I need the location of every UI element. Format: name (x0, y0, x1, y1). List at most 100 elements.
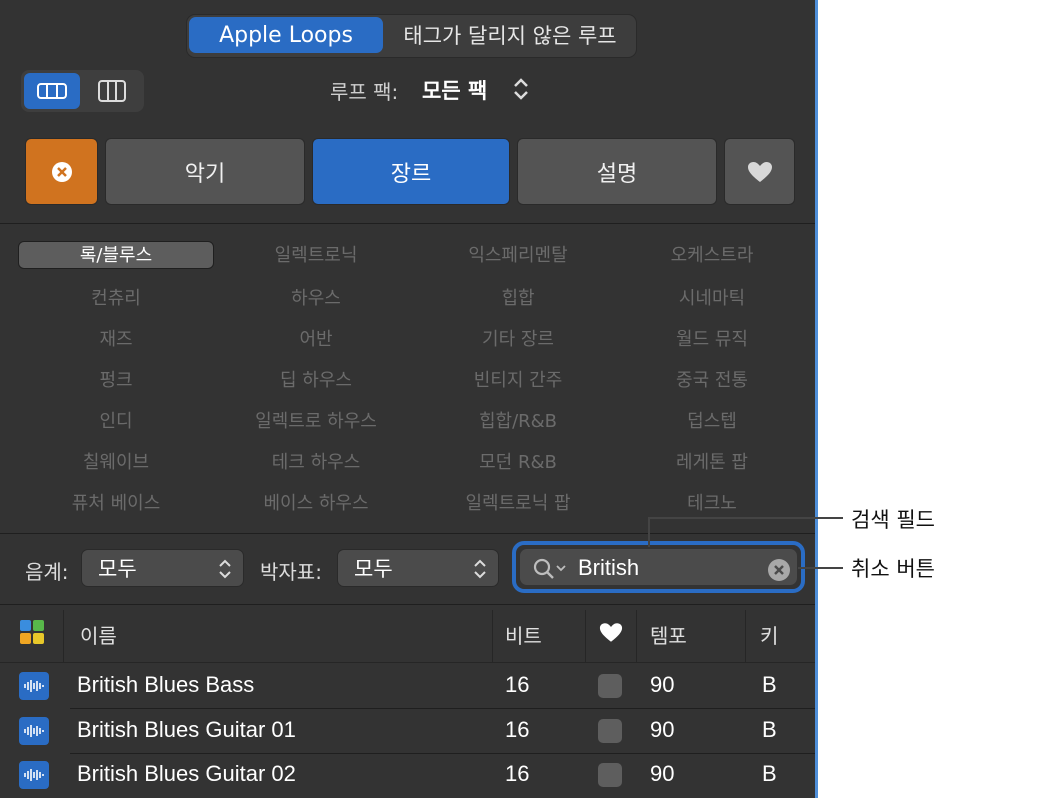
favorite-checkbox[interactable] (598, 719, 622, 743)
column-header-name[interactable]: 이름 (80, 620, 117, 649)
waveform-icon (19, 761, 49, 789)
loop-key: B (762, 672, 777, 697)
genre-item[interactable]: 퓨처 베이스 (18, 489, 214, 515)
tab-apple-loops[interactable]: Apple Loops (189, 17, 383, 53)
loop-beats: 16 (505, 672, 530, 697)
loop-pack-label: 루프 팩: (330, 80, 399, 104)
genre-item[interactable]: 펑크 (18, 366, 214, 392)
genre-item[interactable]: 인디 (18, 407, 214, 433)
time-signature-value: 모두 (354, 557, 393, 581)
genre-item[interactable]: 칠웨이브 (18, 448, 214, 474)
column-view-icon (98, 80, 126, 102)
genre-item[interactable]: 기타 장르 (420, 325, 616, 351)
genre-item[interactable]: 익스페리멘탈 (420, 241, 616, 267)
loop-pack-selector[interactable]: 모든 팩 (422, 75, 487, 105)
view-toggle (21, 70, 144, 112)
genre-item[interactable]: 일렉트로닉 (218, 241, 414, 267)
callout-search-field: 검색 필드 (851, 508, 935, 532)
column-separator (745, 610, 746, 662)
genre-item[interactable]: 일렉트로닉 팝 (420, 489, 616, 515)
genre-item[interactable]: 딥 하우스 (218, 366, 414, 392)
genre-item[interactable]: 테크 하우스 (218, 448, 414, 474)
column-header-beats[interactable]: 비트 (505, 620, 542, 649)
time-signature-popup[interactable]: 모두 (337, 549, 499, 587)
favorites-filter-button[interactable] (724, 138, 795, 205)
callout-line (648, 517, 650, 547)
column-separator (63, 610, 64, 662)
genre-item[interactable]: 어반 (218, 325, 414, 351)
close-circle-icon (51, 161, 72, 182)
instrument-filter-button[interactable]: 악기 (105, 138, 305, 205)
loop-beats: 16 (505, 717, 530, 742)
search-field[interactable] (520, 549, 797, 585)
scale-value: 모두 (98, 557, 137, 581)
loop-beats: 16 (505, 761, 530, 786)
column-view-toggle[interactable] (84, 73, 140, 109)
genre-item[interactable]: 시네마틱 (614, 284, 810, 310)
loop-key: B (762, 717, 777, 742)
column-separator (636, 610, 637, 662)
chevron-up-down-icon (474, 559, 486, 579)
button-view-toggle[interactable] (24, 73, 80, 109)
column-header-key[interactable]: 키 (760, 620, 778, 649)
loop-name: British Blues Bass (77, 672, 255, 697)
column-header-tempo[interactable]: 템포 (650, 620, 687, 649)
scale-popup[interactable]: 모두 (81, 549, 244, 587)
genre-item[interactable]: 힙합/R&B (420, 407, 616, 433)
chevron-up-down-icon (219, 559, 231, 579)
loop-key: B (762, 761, 777, 786)
scale-label: 음계: (25, 560, 69, 584)
column-separator (492, 610, 493, 662)
table-row[interactable]: British Blues Guitar 01 16 90 B (0, 709, 815, 753)
genre-item[interactable]: 테크노 (614, 489, 810, 515)
genre-item[interactable]: 중국 전통 (614, 366, 810, 392)
loop-browser-panel: Apple Loops 태그가 달리지 않은 루프 루프 팩: 모든 팩 악기 … (0, 0, 818, 798)
genre-item[interactable]: 일렉트로 하우스 (218, 407, 414, 433)
divider (0, 533, 815, 534)
genre-item[interactable]: 베이스 하우스 (218, 489, 414, 515)
genre-item[interactable]: 오케스트라 (614, 241, 810, 267)
search-icon[interactable] (532, 557, 568, 581)
genre-item[interactable]: 빈티지 간주 (420, 366, 616, 392)
callout-cancel-button: 취소 버튼 (851, 557, 935, 581)
divider (0, 662, 815, 663)
loop-name: British Blues Guitar 01 (77, 717, 296, 742)
heart-icon[interactable] (599, 622, 623, 643)
tab-untagged-loops[interactable]: 태그가 달리지 않은 루프 (387, 17, 633, 53)
color-quadrant-icon[interactable] (20, 620, 44, 644)
genre-item[interactable]: 록/블루스 (18, 241, 214, 269)
button-view-icon (37, 83, 67, 99)
favorite-checkbox[interactable] (598, 763, 622, 787)
loop-tempo: 90 (650, 717, 675, 742)
callout-line (798, 567, 843, 569)
genre-filter-button[interactable]: 장르 (312, 138, 510, 205)
genre-item[interactable]: 덥스텝 (614, 407, 810, 433)
waveform-icon (19, 672, 49, 700)
loop-name: British Blues Guitar 02 (77, 761, 296, 786)
loop-tempo: 90 (650, 761, 675, 786)
divider (0, 604, 815, 605)
callout-line (648, 517, 843, 519)
loop-tempo: 90 (650, 672, 675, 697)
search-input[interactable] (578, 555, 748, 581)
genre-item[interactable]: 모던 R&B (420, 448, 616, 474)
waveform-icon (19, 717, 49, 745)
genre-item[interactable]: 하우스 (218, 284, 414, 310)
reset-filter-button[interactable] (25, 138, 98, 205)
column-separator (585, 610, 586, 662)
loop-source-segmented: Apple Loops 태그가 달리지 않은 루프 (186, 14, 637, 58)
time-signature-label: 박자표: (260, 560, 322, 584)
genre-item[interactable]: 재즈 (18, 325, 214, 351)
heart-icon (747, 161, 772, 182)
divider (0, 223, 815, 224)
genre-item[interactable]: 월드 뮤직 (614, 325, 810, 351)
clear-search-icon[interactable] (767, 558, 791, 582)
genre-item[interactable]: 힙합 (420, 284, 616, 310)
description-filter-button[interactable]: 설명 (517, 138, 717, 205)
genre-item[interactable]: 레게톤 팝 (614, 448, 810, 474)
favorite-checkbox[interactable] (598, 674, 622, 698)
table-row[interactable]: British Blues Bass 16 90 B (0, 664, 815, 708)
chevron-up-down-icon[interactable] (512, 76, 530, 102)
table-row[interactable]: British Blues Guitar 02 16 90 B (0, 753, 815, 797)
genre-item[interactable]: 컨츄리 (18, 284, 214, 310)
